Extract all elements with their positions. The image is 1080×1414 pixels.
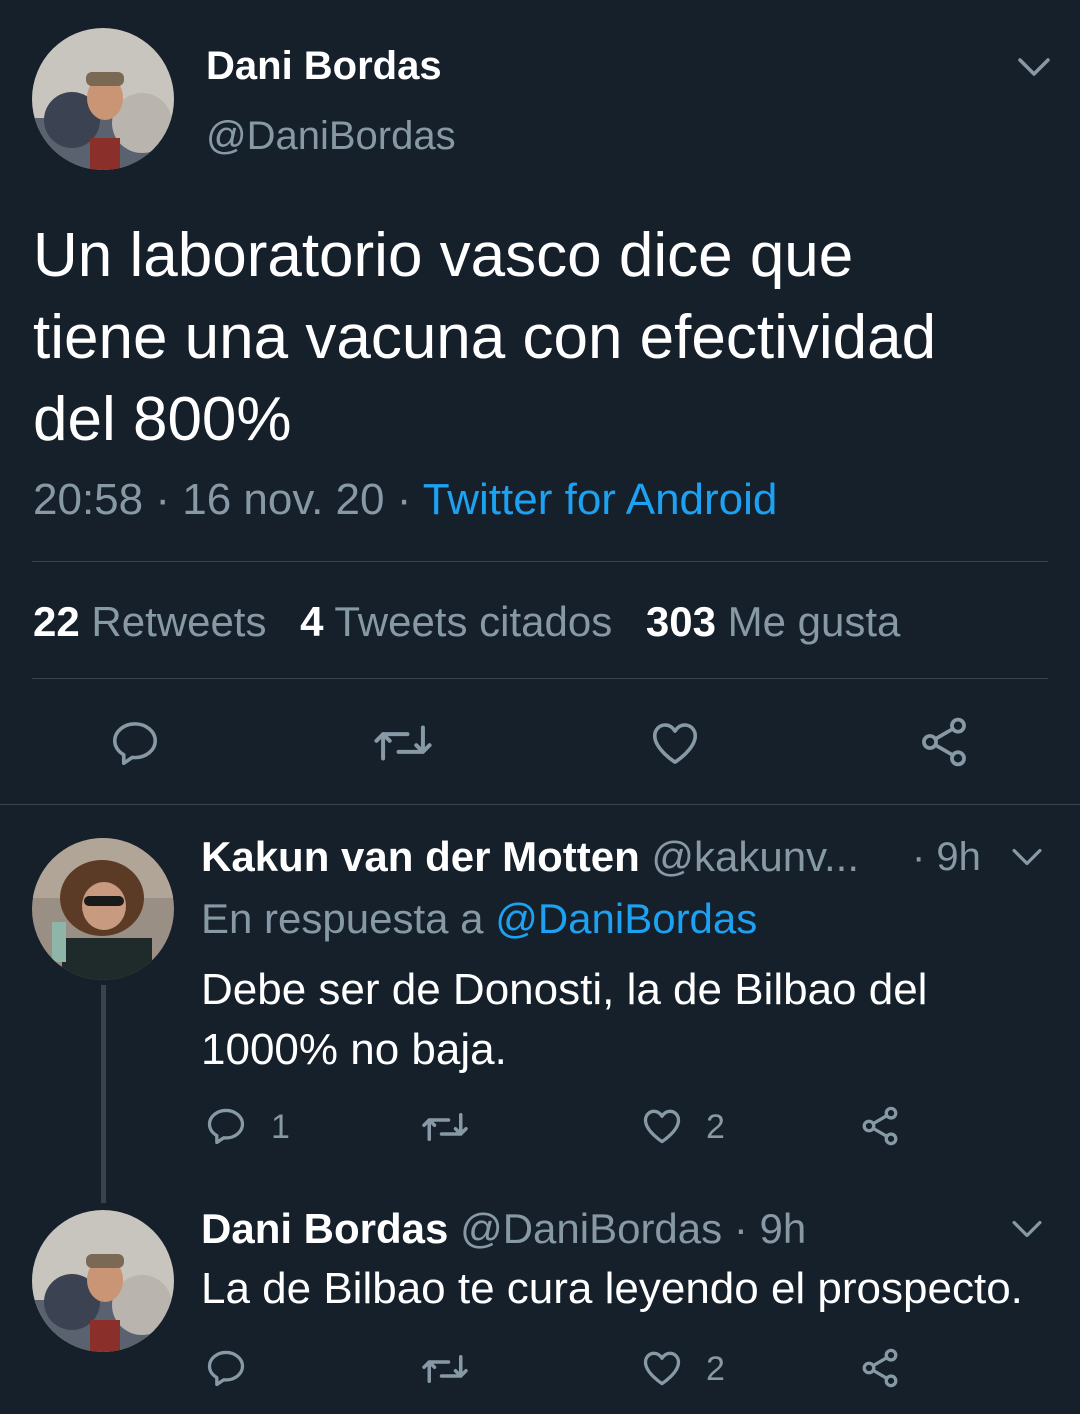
reply-author-handle[interactable]: @DaniBordas — [460, 1205, 722, 1252]
meta-separator: · — [155, 475, 183, 524]
likes-stat[interactable]: 303 Me gusta — [646, 598, 901, 645]
reply-context: En respuesta a @DaniBordas — [201, 895, 757, 943]
share-icon[interactable] — [858, 1104, 902, 1148]
reply-time[interactable]: · 9h — [734, 1205, 806, 1252]
like-icon[interactable] — [647, 716, 703, 770]
chevron-down-icon[interactable] — [1010, 845, 1044, 869]
chevron-down-icon[interactable] — [1010, 1217, 1044, 1241]
retweets-stat[interactable]: 22 Retweets — [33, 598, 278, 645]
reply-text-line: Debe ser de Donosti, la de Bilbao del — [201, 965, 928, 1014]
engagement-stats: 22 Retweets 4 Tweets citados 303 Me gust… — [33, 598, 900, 646]
tweet-text-line: tiene una vacuna con efectividad — [33, 303, 937, 372]
author-handle[interactable]: @DaniBordas — [206, 114, 456, 159]
retweets-label: Retweets — [91, 598, 267, 645]
retweet-icon[interactable] — [420, 1348, 470, 1390]
likes-label: Me gusta — [727, 598, 901, 645]
quotes-label: Tweets citados — [334, 598, 613, 645]
reply-text: La de Bilbao te cura leyendo el prospect… — [201, 1264, 1023, 1313]
like-count: 2 — [706, 1350, 725, 1388]
share-icon[interactable] — [858, 1346, 902, 1390]
reply-time[interactable]: · 9h — [912, 835, 981, 880]
share-icon[interactable] — [916, 714, 972, 770]
reply-icon[interactable] — [204, 1104, 248, 1148]
tweet-source-link[interactable]: Twitter for Android — [423, 475, 778, 524]
chevron-down-icon[interactable] — [1016, 54, 1052, 80]
reply-count: 1 — [271, 1108, 290, 1146]
like-icon[interactable] — [640, 1104, 684, 1148]
reply-header: Kakun van der Motten @kakunv... — [201, 833, 859, 881]
divider — [32, 678, 1048, 679]
reply-author-name[interactable]: Dani Bordas — [201, 1205, 448, 1252]
like-icon[interactable] — [640, 1346, 684, 1390]
retweet-icon[interactable] — [420, 1106, 470, 1148]
thread-line — [101, 985, 106, 1203]
reply-to-link[interactable]: @DaniBordas — [495, 895, 757, 942]
reply-avatar[interactable] — [32, 1210, 174, 1352]
quotes-count: 4 — [300, 598, 324, 645]
reply-context-prefix: En respuesta a — [201, 895, 484, 942]
tweet-time: 20:58 — [33, 475, 144, 524]
reply-icon[interactable] — [204, 1346, 248, 1390]
likes-count: 303 — [645, 598, 716, 645]
divider — [32, 561, 1048, 562]
tweet-text-line: del 800% — [33, 385, 292, 454]
reply-icon[interactable] — [108, 716, 162, 770]
reply-text: Debe ser de Donosti, la de Bilbao del 10… — [201, 960, 927, 1080]
tweet-text-line: Un laboratorio vasco dice que — [33, 221, 854, 290]
reply-header: Dani Bordas @DaniBordas · 9h — [201, 1205, 806, 1253]
reply-text-line: 1000% no baja. — [201, 1025, 507, 1074]
reply-author-name[interactable]: Kakun van der Motten — [201, 833, 640, 880]
author-avatar[interactable] — [32, 28, 174, 170]
retweets-count: 22 — [33, 598, 80, 645]
tweet-meta: 20:58 · 16 nov. 20 · Twitter for Android — [33, 475, 777, 525]
author-name[interactable]: Dani Bordas — [206, 44, 442, 89]
tweet-date: 16 nov. 20 — [182, 475, 385, 524]
meta-separator: · — [396, 475, 423, 524]
like-count: 2 — [706, 1108, 725, 1146]
quotes-stat[interactable]: 4 Tweets citados — [300, 598, 624, 645]
retweet-icon[interactable] — [372, 716, 434, 770]
divider — [0, 804, 1080, 805]
tweet-text: Un laboratorio vasco dice que tiene una … — [33, 215, 936, 461]
reply-avatar[interactable] — [32, 838, 174, 980]
reply-author-handle[interactable]: @kakunv... — [651, 833, 859, 880]
